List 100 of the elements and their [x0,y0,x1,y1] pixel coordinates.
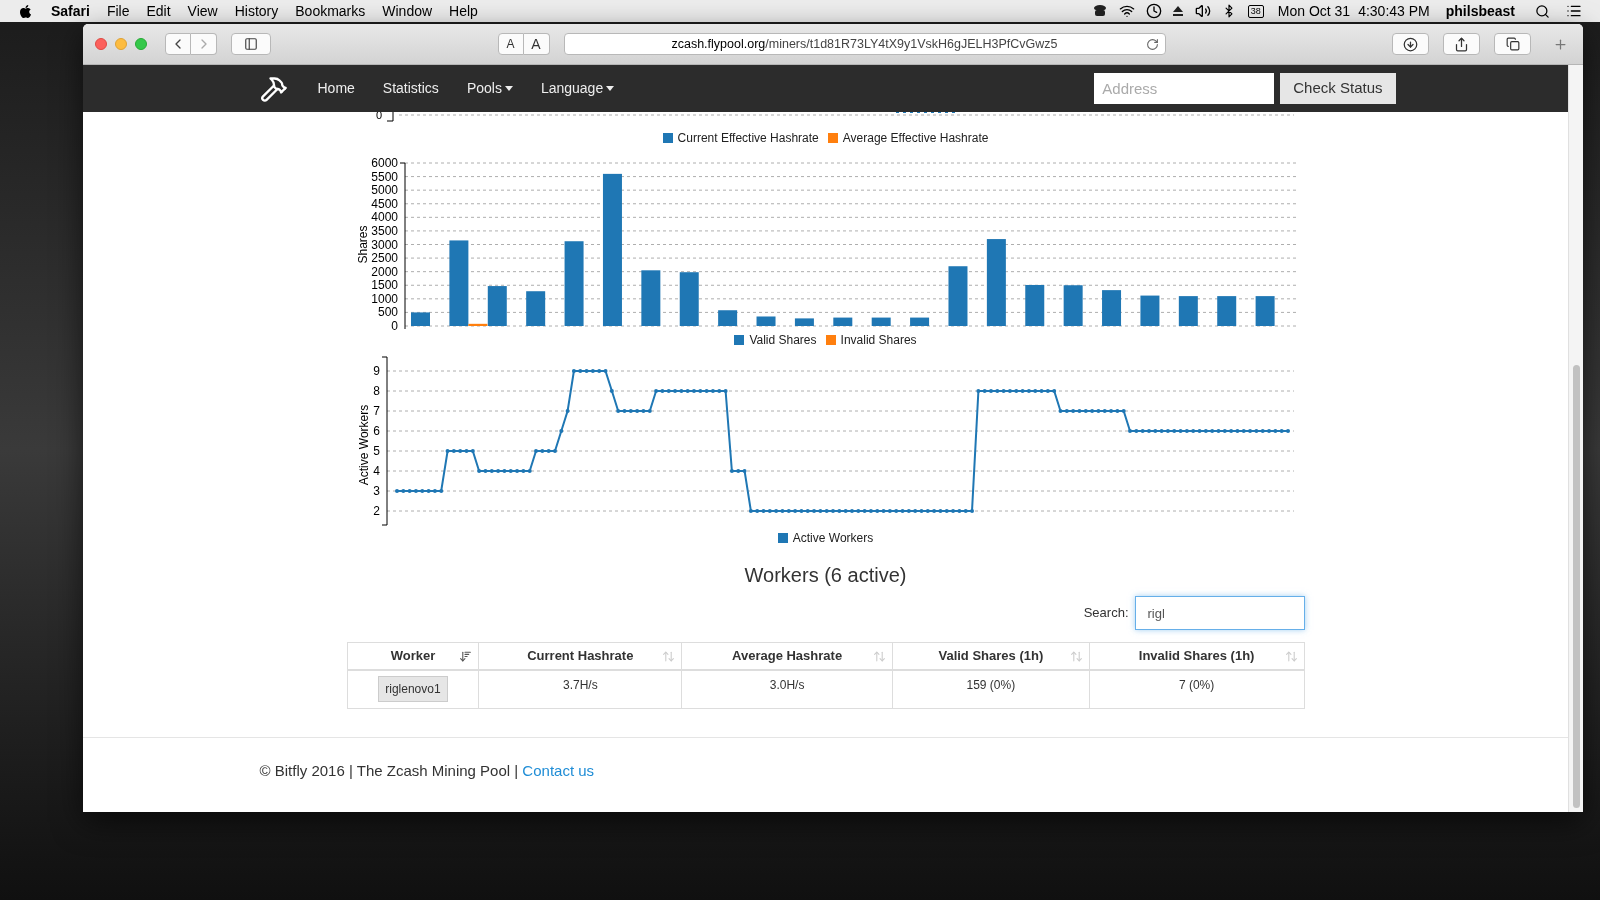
share-button[interactable] [1443,33,1480,55]
menu-item[interactable]: Window [382,0,433,22]
footer-text: © Bitfly 2016 | The Zcash Mining Pool | Contact us [259,761,596,781]
column-header[interactable]: Worker [347,642,479,670]
bar [948,266,967,326]
menu-date: Mon Oct 31 [1277,1,1351,21]
legend-swatch[interactable] [734,334,745,345]
nav-link[interactable]: Language [540,78,615,99]
legend-label[interactable]: Invalid Shares [840,330,917,349]
table-cell: 3.7H/s [478,669,682,709]
axis-tick-label: 5000 [370,183,398,198]
scrollbar-thumb[interactable] [1572,365,1580,808]
bar [679,272,699,326]
eject-icon[interactable] [1171,5,1184,17]
axis-tick-label: 5500 [370,169,398,184]
tabs-button[interactable] [1494,33,1531,55]
menu-item[interactable]: Edit [146,0,171,22]
close-button[interactable] [95,38,107,50]
bar [871,317,891,326]
status-icon[interactable] [1091,4,1108,18]
clock-icon[interactable] [1145,3,1162,19]
sort-icon [662,650,676,663]
legend-label[interactable]: Average Effective Hashrate [842,129,989,147]
bar [1216,296,1236,326]
table-cell: 3.0H/s [681,669,893,709]
volume-icon[interactable] [1193,3,1212,19]
legend-swatch[interactable] [777,533,788,543]
nav-link[interactable]: Home [317,78,355,99]
hashrate-line-fragment [894,112,957,113]
axis-title: Shares [355,225,370,264]
user-name[interactable]: philsbeast [1445,0,1515,22]
search-field[interactable]: rigl [1134,596,1305,630]
menu-item[interactable]: Help [449,0,478,22]
axis-tick-label: 0 [375,112,382,121]
list-icon[interactable] [1566,3,1582,19]
legend-swatch[interactable] [827,133,838,143]
bar [525,291,545,326]
plus-icon [1552,36,1568,52]
bar [1178,296,1198,326]
axis-tick-label: 6000 [370,157,398,170]
table-cell: 7 (0%) [1089,669,1304,709]
download-icon [1403,36,1418,52]
column-header[interactable]: Current Hashrate [478,642,682,670]
bar [909,317,929,326]
sort-icon [1069,650,1083,663]
bar [832,317,852,326]
bar [640,270,660,326]
axis-tick-label: 6 [372,424,380,438]
address-bar[interactable]: zcash.flypool.org/miners/t1d81R73LY4tX9y1VskH6gJELH3PfCvGwz5 [563,33,1166,55]
menu-item[interactable]: Bookmarks [295,0,366,22]
axis-tick-label: 2500 [370,251,398,266]
menu-item[interactable]: Safari [51,0,90,22]
smaller-text-button[interactable]: A [497,33,524,55]
y-axis [386,112,393,122]
bar [1101,290,1121,326]
bar [1139,295,1159,326]
apple-icon[interactable] [18,3,33,19]
nav-link[interactable]: Pools [466,78,513,99]
axis-tick-label: 0 [390,319,398,333]
axis-tick-label: 1000 [370,291,398,306]
axis-tick-label: 8 [372,384,380,398]
legend-swatch[interactable] [662,133,673,143]
sidebar-button[interactable] [231,33,271,55]
menu-item[interactable]: History [234,0,279,22]
axis-tick-label: 3 [372,484,380,498]
column-header[interactable]: Invalid Shares (1h) [1089,642,1304,670]
table-cell: 159 (0%) [892,669,1090,709]
downloads-button[interactable] [1392,33,1429,55]
temperature-indicator[interactable]: 38 [1247,4,1264,18]
search-icon[interactable] [1535,3,1550,19]
wifi-icon[interactable] [1117,3,1136,19]
menu-item[interactable]: View [187,0,218,22]
bar [756,316,775,326]
worker-name[interactable]: riglenovo1 [378,676,448,703]
bar [1024,285,1044,326]
bar [717,310,737,326]
sort-icon [459,650,473,663]
axis-tick-label: 3000 [370,237,398,252]
axis-tick-label: 7 [372,404,380,418]
legend-label[interactable]: Current Effective Hashrate [677,129,819,147]
axis-tick-label: 9 [372,364,380,378]
axis-tick-label: 4500 [370,196,398,211]
axis-tick-label: 500 [377,305,398,320]
axis-title: Active Workers [356,404,371,486]
legend-swatch[interactable] [825,334,836,345]
address-field[interactable]: Address [1094,73,1275,104]
larger-text-button[interactable]: A [523,33,550,55]
contact-link[interactable]: Contact us [522,762,595,779]
menu-time: 4:30:43 PM [1358,1,1430,21]
column-header[interactable]: Valid Shares (1h) [892,642,1090,670]
axis-tick-label: 2000 [370,264,398,279]
axis-tick-label: 3500 [370,223,398,238]
menu-item[interactable]: File [106,0,130,22]
reload-icon[interactable] [1145,37,1159,51]
check-status-button[interactable]: Check Status [1280,73,1396,104]
sort-icon [1284,650,1298,663]
column-header[interactable]: Average Hashrate [681,642,893,670]
nav-link[interactable]: Statistics [382,78,439,99]
legend-label[interactable]: Valid Shares [749,330,817,349]
legend-label[interactable]: Active Workers [792,529,874,547]
